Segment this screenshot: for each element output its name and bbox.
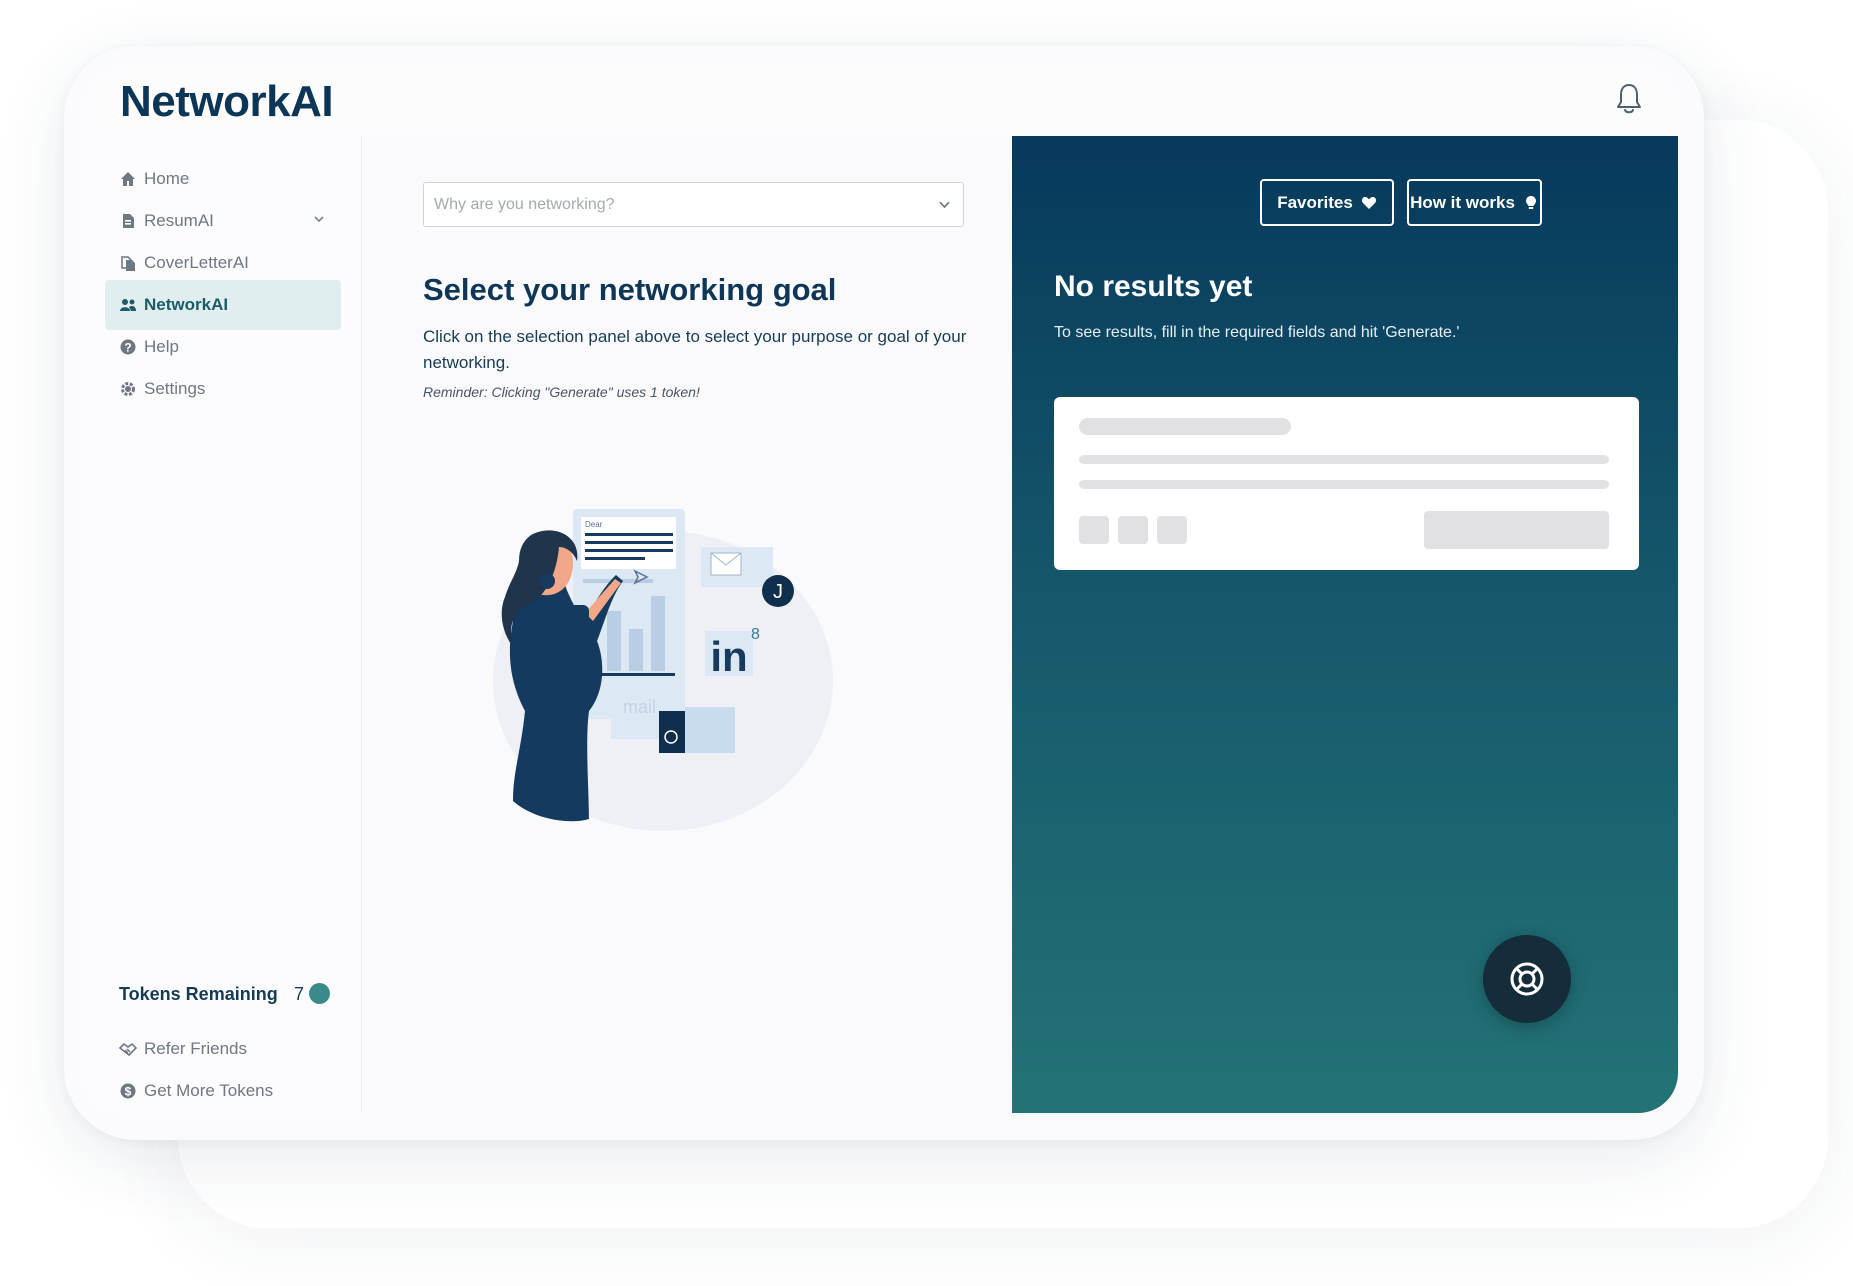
heart-icon	[1361, 196, 1376, 209]
favorites-label: Favorites	[1277, 192, 1353, 212]
skeleton-card	[1054, 397, 1639, 570]
no-results-title: No results yet	[1054, 270, 1253, 303]
sidebar-item-label: Refer Friends	[144, 1039, 247, 1058]
app-window: NetworkAI Home ResumAI CoverLetterAI Net…	[87, 69, 1678, 1113]
chevron-down-icon[interactable]	[313, 213, 325, 225]
gear-icon	[121, 382, 135, 396]
skeleton-chip	[1118, 516, 1148, 544]
skeleton-chip	[1079, 516, 1109, 544]
networking-illustration: Dear J in 8 mail	[493, 509, 833, 831]
skeleton-title	[1079, 418, 1291, 435]
sidebar-item-label: Help	[144, 337, 179, 356]
letter-tag: Dear	[585, 520, 603, 529]
documents-icon	[121, 256, 135, 271]
goal-panel: Why are you networking? Select your netw…	[363, 136, 1012, 1113]
handshake-icon	[119, 1042, 137, 1057]
svg-text:$: $	[125, 1085, 132, 1099]
networking-goal-select[interactable]: Why are you networking?	[423, 182, 964, 227]
dollar-icon: $	[120, 1083, 136, 1099]
lightbulb-icon	[1525, 195, 1536, 209]
chevron-down-icon	[939, 201, 950, 209]
bell-icon[interactable]	[1614, 82, 1644, 116]
results-panel: Favorites How it works No results yet To…	[1012, 136, 1678, 1113]
app-logo[interactable]: NetworkAI	[120, 77, 334, 127]
goal-title: Select your networking goal	[423, 272, 837, 307]
skeleton-button	[1424, 511, 1609, 549]
favorites-button[interactable]: Favorites	[1260, 179, 1394, 226]
how-it-works-label: How it works	[1410, 192, 1515, 212]
sidebar-item-label: Home	[144, 169, 190, 188]
contact-badge-letter: J	[773, 581, 783, 603]
tokens-remaining-label: Tokens Remaining	[119, 984, 278, 1004]
sidebar: Home ResumAI CoverLetterAI NetworkAI ? H…	[87, 136, 362, 1113]
linkedin-logo: in	[710, 633, 747, 680]
home-icon	[121, 172, 135, 186]
linkedin-count: 8	[751, 626, 760, 643]
how-it-works-button[interactable]: How it works	[1407, 179, 1542, 226]
sidebar-item-label: ResumAI	[144, 211, 214, 230]
sidebar-item-settings[interactable]: Settings	[105, 364, 341, 414]
select-placeholder: Why are you networking?	[434, 195, 615, 213]
users-icon	[120, 299, 136, 311]
sidebar-item-label: Get More Tokens	[144, 1081, 274, 1100]
goal-description: Click on the selection panel above to se…	[423, 327, 967, 372]
skeleton-chip	[1157, 516, 1187, 544]
document-icon	[123, 214, 134, 228]
skeleton-line	[1079, 455, 1609, 464]
tokens-remaining-count: 7	[294, 984, 305, 1004]
sidebar-item-label: Settings	[144, 379, 206, 398]
sidebar-item-get-more-tokens[interactable]: $ Get More Tokens	[105, 1066, 341, 1113]
sidebar-item-label: NetworkAI	[144, 295, 229, 314]
question-icon: ?	[120, 339, 136, 355]
sidebar-item-label: CoverLetterAI	[144, 253, 249, 272]
mail-text: mail	[623, 697, 656, 717]
support-button[interactable]	[1483, 935, 1571, 1023]
lifebuoy-icon	[1510, 962, 1544, 996]
token-coin-icon	[309, 983, 330, 1004]
token-reminder: Reminder: Clicking "Generate" uses 1 tok…	[423, 384, 700, 400]
skeleton-line	[1079, 480, 1609, 489]
no-results-description: To see results, fill in the required fie…	[1054, 324, 1460, 341]
svg-text:?: ?	[124, 341, 131, 355]
top-bar: NetworkAI	[87, 69, 1678, 136]
